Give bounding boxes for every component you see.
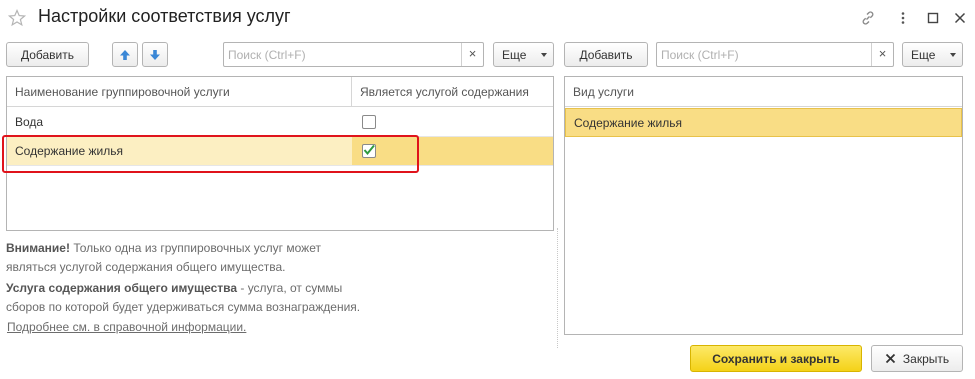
favorite-star-icon[interactable] [8,8,26,28]
vertical-divider [557,228,558,348]
close-label: Закрыть [902,351,950,366]
definition-text-line2: сборов по которой будет удерживаться сум… [6,300,361,314]
left-more-button[interactable]: Еще [493,42,554,67]
column-header-maintenance[interactable]: Является услугой содержания [352,77,553,107]
close-icon [885,353,896,364]
search-placeholder: Поиск (Ctrl+F) [661,48,739,62]
warning-label: Внимание! [6,241,70,255]
clear-search-icon[interactable]: × [461,43,483,66]
maintenance-checkbox[interactable] [362,115,376,129]
column-header-service-type[interactable]: Вид услуги [565,77,962,107]
close-button[interactable]: Закрыть [871,345,963,372]
column-header-name[interactable]: Наименование группировочной услуги [7,77,352,107]
service-types-table[interactable]: Вид услуги Содержание жилья [564,76,963,335]
left-search-input[interactable]: Поиск (Ctrl+F) × [223,42,484,67]
clear-search-icon[interactable]: × [871,43,893,66]
arrow-up-icon [120,49,130,60]
more-label: Еще [502,47,527,62]
warning-text: Только одна из группировочных услуг може… [69,241,321,255]
left-add-button[interactable]: Добавить [6,42,89,67]
warning-text-line2: являться услугой содержания общего имуще… [6,260,286,274]
row-name-cell: Вода [15,115,44,129]
right-more-button[interactable]: Еще [902,42,963,67]
arrow-down-icon [150,49,160,60]
definition-term: Услуга содержания общего имущества [6,281,238,295]
link-icon[interactable] [860,10,876,26]
more-label: Еще [911,47,936,62]
move-up-button[interactable] [112,42,138,67]
right-add-button[interactable]: Добавить [564,42,648,67]
search-placeholder: Поиск (Ctrl+F) [228,48,306,62]
help-link[interactable]: Подробнее см. в справочной информации. [7,320,246,334]
right-search-input[interactable]: Поиск (Ctrl+F) × [656,42,894,67]
highlight-frame [2,135,419,173]
table-row-selected[interactable]: Содержание жилья [565,108,962,137]
definition-note: Услуга содержания общего имущества - усл… [6,279,426,317]
close-window-icon[interactable] [952,10,968,26]
warning-note: Внимание! Только одна из группировочных … [6,239,426,277]
move-down-button[interactable] [142,42,168,67]
maximize-icon[interactable] [925,10,941,26]
more-actions-icon[interactable] [895,10,911,26]
definition-text: - услуга, от суммы [237,281,343,295]
save-and-close-button[interactable]: Сохранить и закрыть [690,345,862,372]
row-name-cell: Содержание жилья [574,116,682,130]
chevron-down-icon [541,53,547,57]
chevron-down-icon [950,53,956,57]
table-row[interactable]: Вода [7,108,553,137]
window-title: Настройки соответствия услуг [38,6,291,26]
